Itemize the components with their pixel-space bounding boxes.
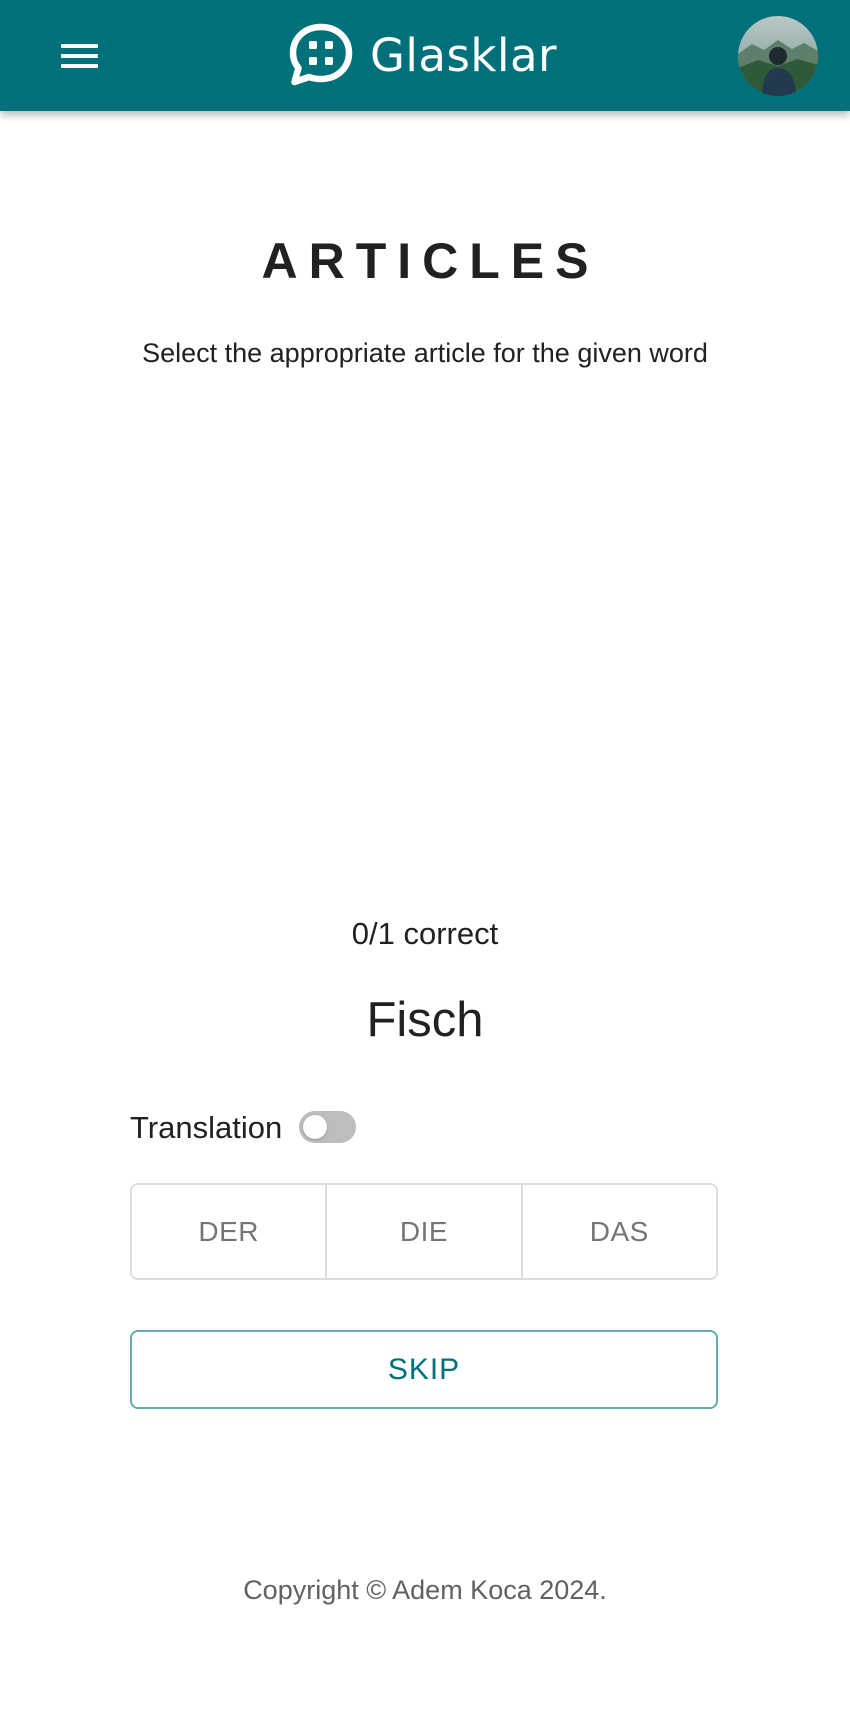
brand-name: Glasklar <box>370 28 558 82</box>
article-button-group: DER DIE DAS <box>130 1183 718 1280</box>
score-counter: 0/1 correct <box>351 916 499 951</box>
article-button-das[interactable]: DAS <box>520 1185 716 1278</box>
brand-logo-link[interactable]: Glasklar <box>288 22 557 88</box>
footer-copyright: Copyright © Adem Koca 2024. <box>243 1575 607 1605</box>
chat-bubble-icon <box>288 22 354 88</box>
page-title: ARTICLES <box>261 233 600 289</box>
page-subtitle: Select the appropriate article for the g… <box>142 338 708 368</box>
translation-label: Translation <box>130 1109 283 1145</box>
quiz-word: Fisch <box>366 993 484 1047</box>
article-button-der[interactable]: DER <box>132 1185 326 1278</box>
app-bar: Glasklar <box>0 0 850 111</box>
menu-button[interactable] <box>58 38 104 74</box>
user-avatar[interactable] <box>738 16 818 96</box>
skip-button[interactable]: SKIP <box>130 1330 718 1409</box>
translation-switch[interactable] <box>299 1111 357 1143</box>
article-button-die[interactable]: DIE <box>325 1185 521 1278</box>
translation-toggle-row: Translation <box>130 1106 357 1148</box>
